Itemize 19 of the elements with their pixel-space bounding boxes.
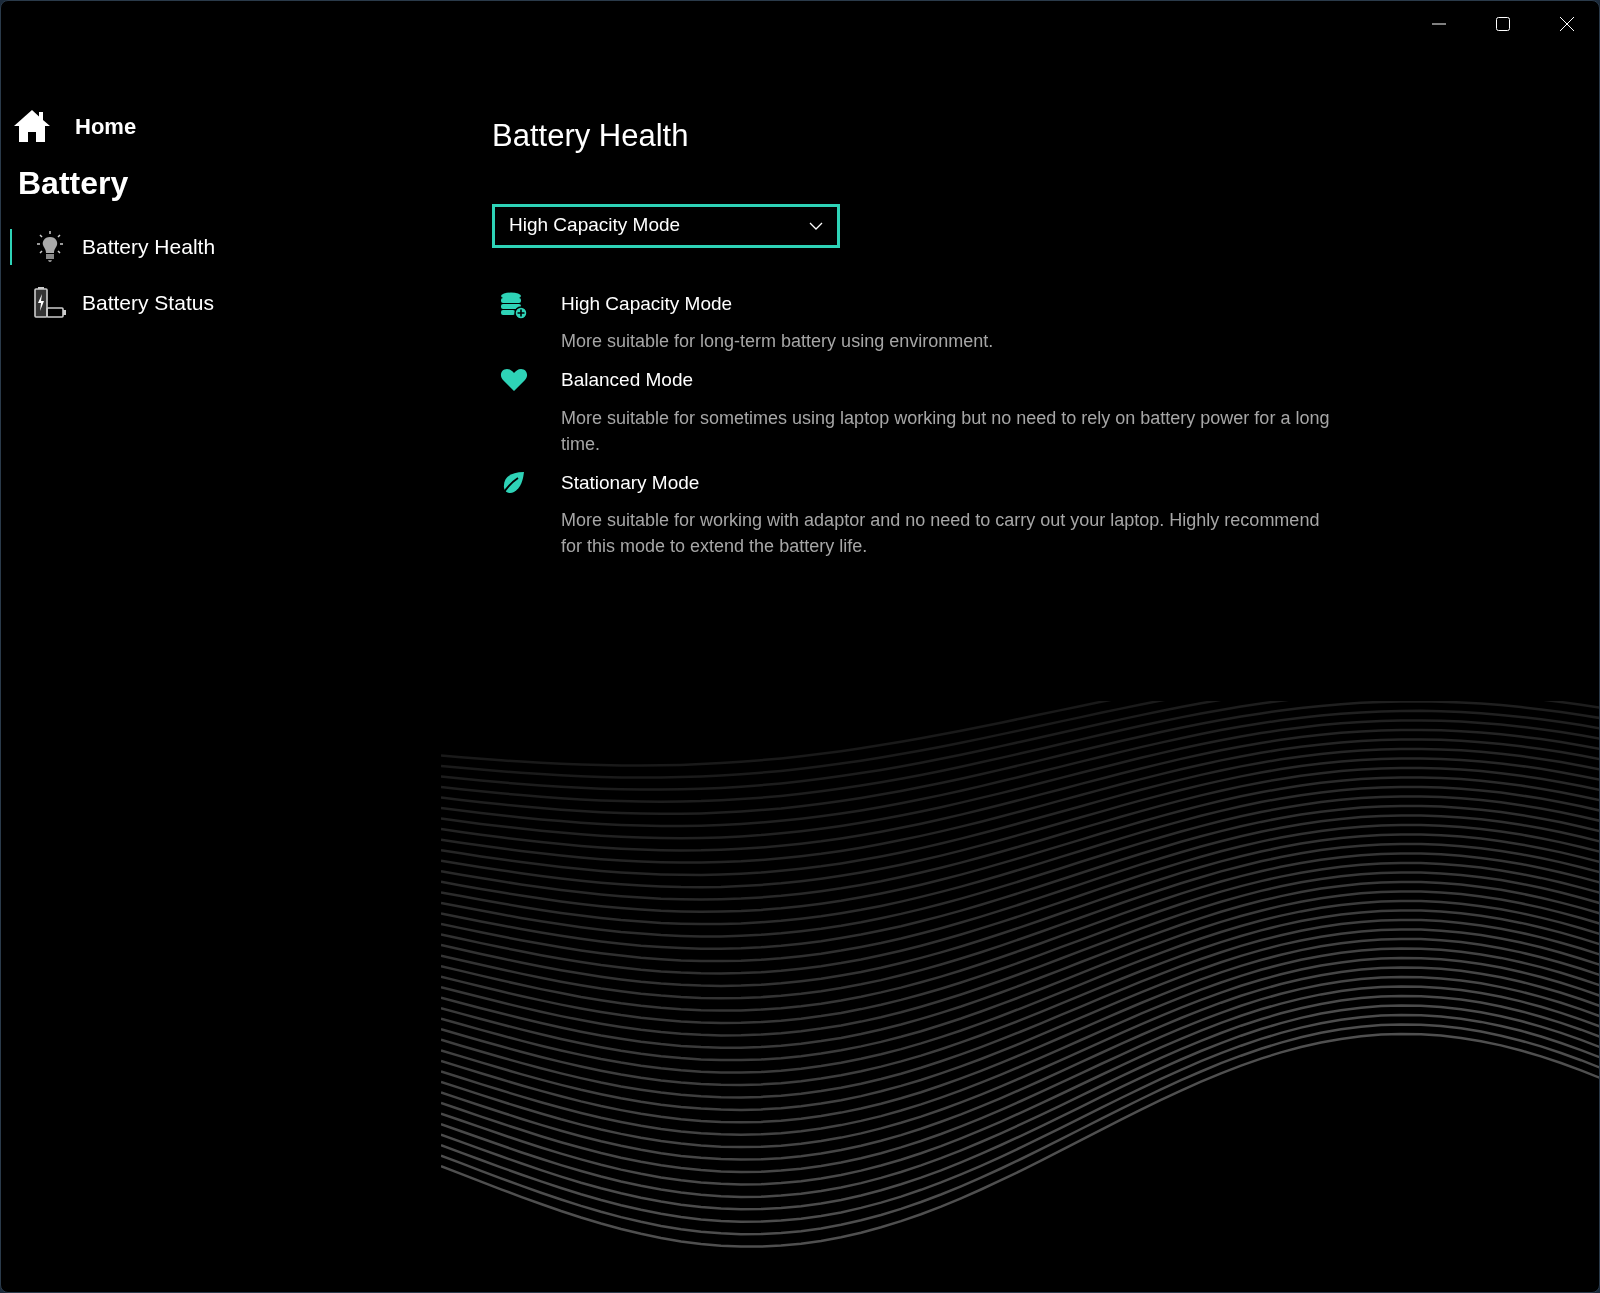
- mode-description: More suitable for working with adaptor and no need to carry out your laptop. Highly recommend for this mode to extend the battery life.: [561, 509, 1321, 558]
- home-link[interactable]: Home: [75, 109, 137, 143]
- section-heading: Battery: [17, 164, 130, 203]
- maximize-icon: [1496, 17, 1510, 31]
- sidebar-item[interactable]: Battery Health: [10, 229, 481, 265]
- chevron-down-icon: [809, 221, 823, 230]
- heart-icon: [500, 368, 528, 392]
- mode-title: Balanced Mode: [561, 368, 695, 392]
- close-icon: [1560, 17, 1574, 31]
- page-title: Battery Health: [492, 117, 690, 155]
- home-icon[interactable]: [13, 109, 51, 143]
- mode-title: Stationary Mode: [561, 470, 701, 495]
- sidebar-item[interactable]: Battery Status: [10, 285, 481, 321]
- database-plus-icon: [500, 291, 528, 320]
- mode-description: More suitable for sometimes using laptop working but no need to rely on battery power for a long time.: [561, 406, 1331, 456]
- mode-title: High Capacity Mode: [561, 291, 734, 316]
- battery-charging-icon: [32, 286, 68, 320]
- mode-description: More suitable for long-term battery using environment.: [561, 330, 995, 353]
- mode-dropdown[interactable]: High Capacity Mode: [492, 203, 840, 248]
